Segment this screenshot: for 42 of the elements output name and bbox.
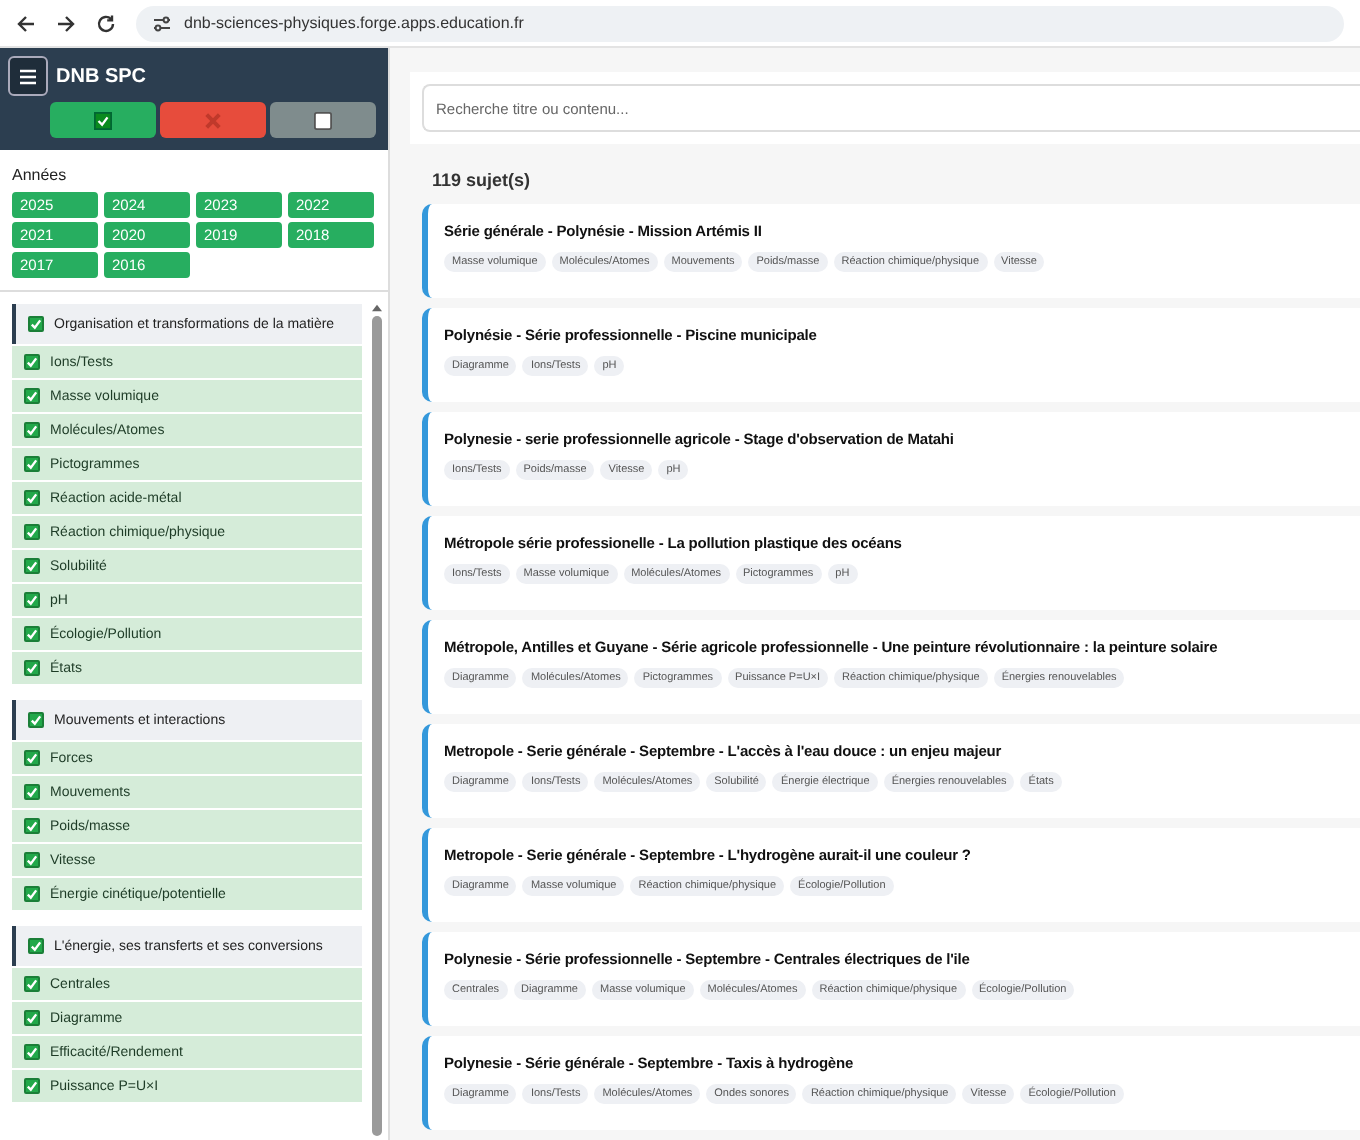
section-label: Années bbox=[12, 166, 69, 184]
scrollbar-thumb[interactable] bbox=[371, 316, 381, 1136]
forward-icon[interactable] bbox=[56, 13, 76, 33]
menu-button[interactable] bbox=[8, 56, 48, 96]
result-count: 119 sujet(s) bbox=[432, 170, 533, 190]
checkbox[interactable] bbox=[28, 316, 44, 332]
checkbox[interactable] bbox=[24, 422, 40, 438]
checkbox[interactable] bbox=[24, 818, 40, 834]
checkbox[interactable] bbox=[28, 938, 44, 954]
checkbox[interactable] bbox=[24, 490, 40, 506]
check-all-button[interactable] bbox=[50, 102, 156, 138]
checkbox[interactable] bbox=[24, 784, 40, 800]
reload-icon[interactable] bbox=[96, 13, 116, 33]
checkbox[interactable] bbox=[24, 750, 40, 766]
checkbox-checked-icon bbox=[94, 111, 112, 129]
checkbox[interactable] bbox=[24, 592, 40, 608]
checkbox[interactable] bbox=[24, 1044, 40, 1060]
cross-icon bbox=[204, 111, 222, 129]
empty-checkbox-icon bbox=[314, 111, 332, 129]
checkbox[interactable] bbox=[28, 712, 44, 728]
checkbox[interactable] bbox=[24, 524, 40, 540]
subject-card[interactable] bbox=[422, 620, 1360, 714]
checkbox[interactable] bbox=[24, 626, 40, 642]
uncheck-all-button[interactable] bbox=[160, 102, 266, 138]
checkbox[interactable] bbox=[24, 354, 40, 370]
checkbox[interactable] bbox=[24, 1078, 40, 1094]
address-bar[interactable]: dnb-sciences-physiques.forge.apps.education.fr bbox=[136, 5, 1344, 41]
back-icon[interactable] bbox=[16, 13, 36, 33]
checkbox[interactable] bbox=[24, 558, 40, 574]
url-text: dnb-sciences-physiques.forge.apps.education.fr bbox=[184, 14, 524, 32]
checkbox[interactable] bbox=[24, 388, 40, 404]
checkbox[interactable] bbox=[24, 886, 40, 902]
site-settings-icon[interactable] bbox=[152, 13, 172, 33]
checkbox[interactable] bbox=[24, 976, 40, 992]
app-title: DNB SPC bbox=[56, 65, 147, 87]
checkbox[interactable] bbox=[24, 1010, 40, 1026]
scroll-up-icon[interactable] bbox=[371, 304, 381, 312]
checkbox[interactable] bbox=[24, 456, 40, 472]
clear-button[interactable] bbox=[270, 102, 376, 138]
checkbox[interactable] bbox=[24, 852, 40, 868]
checkbox[interactable] bbox=[24, 660, 40, 676]
menu-icon bbox=[18, 67, 38, 85]
